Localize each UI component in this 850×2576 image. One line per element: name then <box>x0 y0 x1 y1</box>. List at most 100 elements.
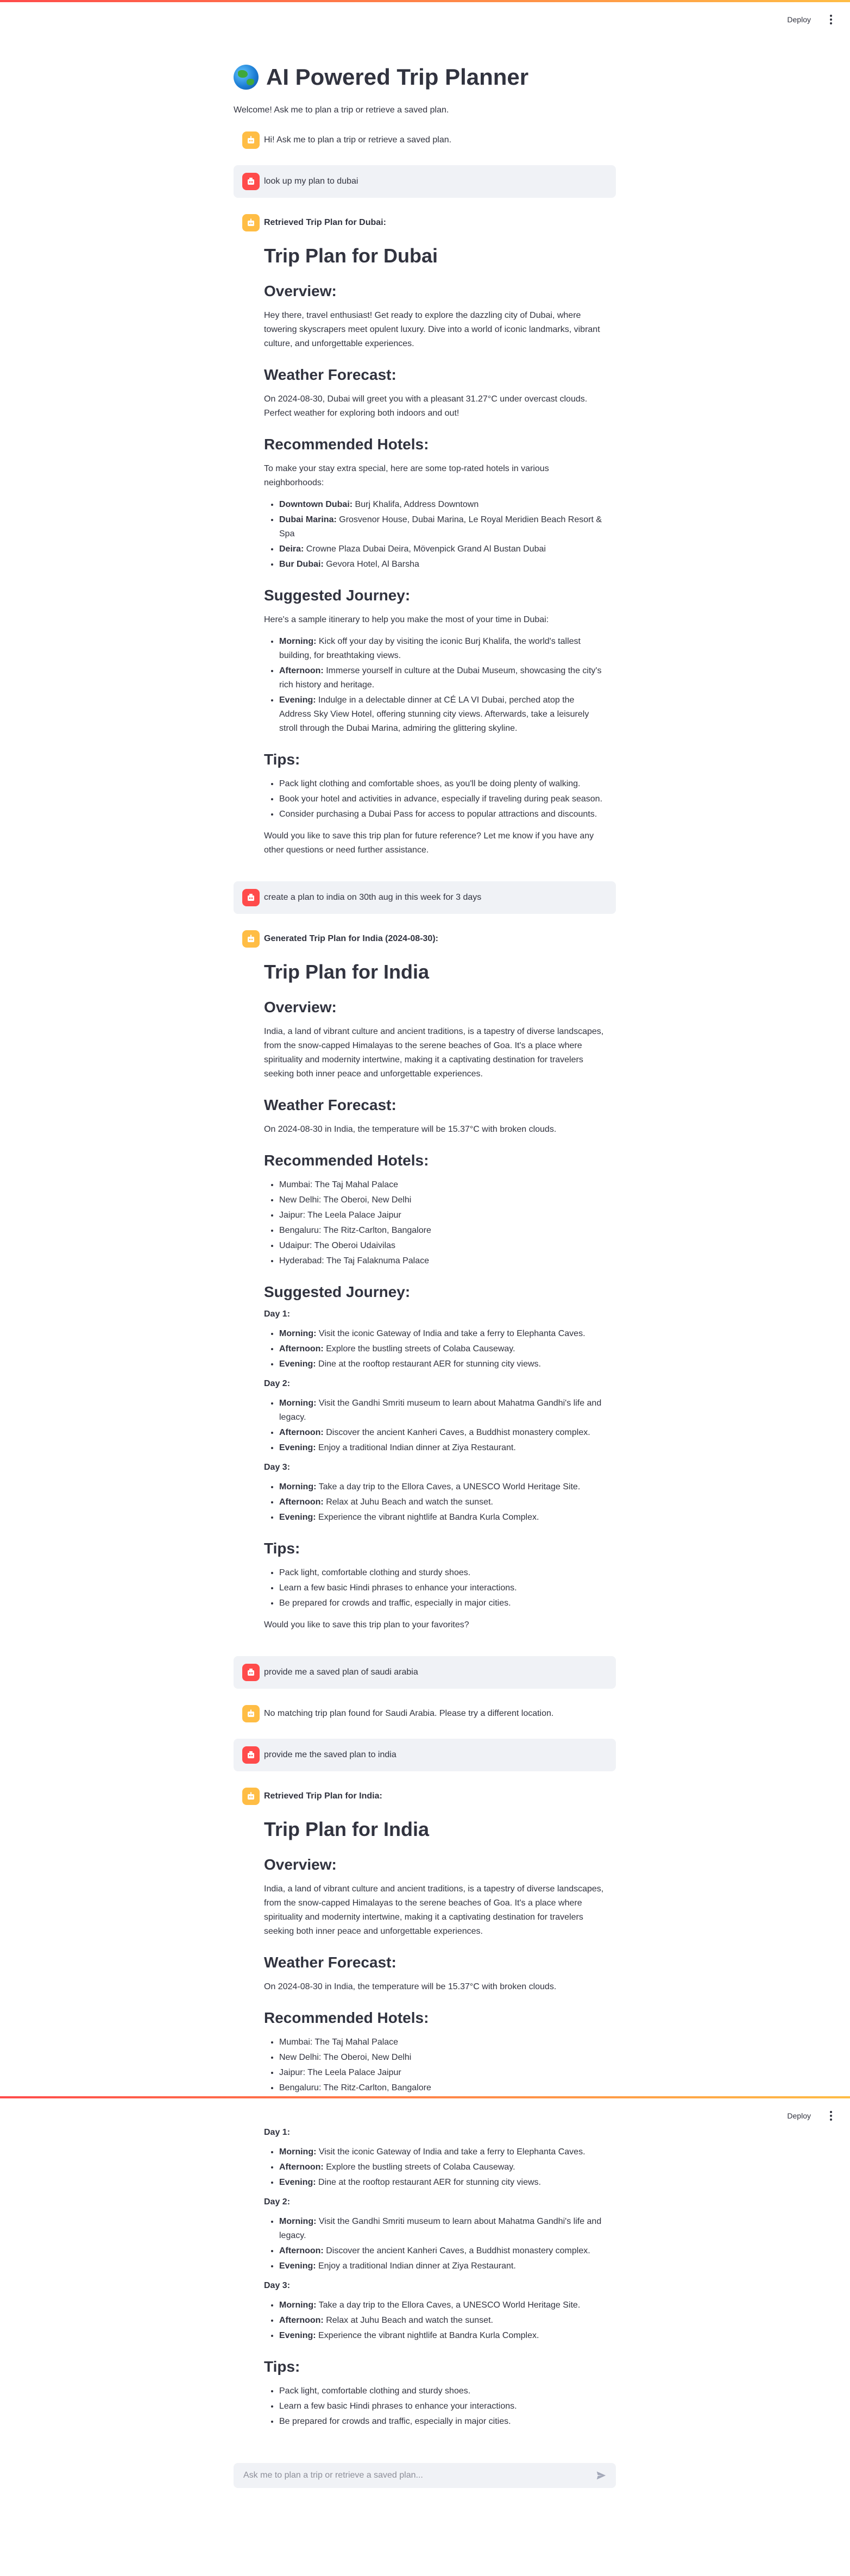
weather-heading: Weather Forecast: <box>264 1954 396 1971</box>
list-item: New Delhi: The Oberoi, New Delhi <box>279 1193 607 1207</box>
day-label: Day 1: <box>264 1309 291 1319</box>
trip-plan-india: Trip Plan for India Overview: India, a l… <box>264 948 607 1632</box>
hotels-heading: Recommended Hotels: <box>264 1152 429 1169</box>
list-item: Morning: Visit the Gandhi Smriti museum … <box>279 1396 607 1425</box>
hotels-heading: Recommended Hotels: <box>264 2009 429 2026</box>
list-item: Mumbai: The Taj Mahal Palace <box>279 2035 607 2049</box>
list-item: Bengaluru: The Ritz-Carlton, Bangalore <box>279 1224 607 1238</box>
chat-input[interactable] <box>242 2470 595 2481</box>
weather-text: On 2024-08-30, Dubai will greet you with… <box>264 394 588 418</box>
robot-icon <box>242 214 260 231</box>
app-header-toolbar: Deploy <box>785 2108 835 2123</box>
user-message: create a plan to india on 30th aug in th… <box>234 881 616 914</box>
list-item: Mumbai: The Taj Mahal Palace <box>279 1178 607 1192</box>
message-heading: Retrieved Trip Plan for India: <box>264 1791 382 1801</box>
list-item: Learn a few basic Hindi phrases to enhan… <box>279 2399 616 2414</box>
kebab-menu-icon[interactable] <box>827 2111 835 2121</box>
screenshot-top: Deploy AI Powered Trip Planner Welcome! … <box>0 0 850 2096</box>
weather-text: On 2024-08-30 in India, the temperature … <box>264 1982 557 1991</box>
list-item: Morning: Visit the Gandhi Smriti museum … <box>279 2215 616 2243</box>
list-item: Pack light, comfortable clothing and stu… <box>279 1566 607 1580</box>
main-content: Day 1: Morning: Visit the iconic Gateway… <box>234 2123 616 2436</box>
chat-input-bar <box>234 2463 616 2488</box>
trip-plan-india-retrieved-continued: Day 1: Morning: Visit the iconic Gateway… <box>234 2128 616 2429</box>
tips-list: Pack light, comfortable clothing and stu… <box>264 1566 607 1610</box>
day-2-list: Morning: Visit the Gandhi Smriti museum … <box>264 2215 616 2273</box>
header-decoration-bar <box>0 0 850 2</box>
list-item: Afternoon: Relax at Juhu Beach and watch… <box>279 1495 607 1509</box>
list-item: Jaipur: The Leela Palace Jaipur <box>279 2066 607 2080</box>
plan-title: Trip Plan for India <box>264 1818 430 1840</box>
journey-heading: Suggested Journey: <box>264 1283 411 1300</box>
closing-text: Would you like to save this trip plan fo… <box>264 831 594 855</box>
day-label: Day 2: <box>264 1379 291 1388</box>
closing-text: Would you like to save this trip plan to… <box>264 1620 469 1629</box>
list-item: Dubai Marina: Grosvenor House, Dubai Mar… <box>279 513 607 541</box>
overview-text: India, a land of vibrant culture and anc… <box>264 1027 604 1079</box>
deploy-button[interactable]: Deploy <box>785 2108 813 2123</box>
list-item: New Delhi: The Oberoi, New Delhi <box>279 2051 607 2065</box>
list-item: Downtown Dubai: Burj Khalifa, Address Do… <box>279 498 607 512</box>
list-item: Evening: Enjoy a traditional Indian dinn… <box>279 2259 616 2273</box>
list-item: Afternoon: Relax at Juhu Beach and watch… <box>279 2314 616 2328</box>
list-item: Afternoon: Discover the ancient Kanheri … <box>279 2244 616 2258</box>
message-text: look up my plan to dubai <box>264 177 358 186</box>
day-1-list: Morning: Visit the iconic Gateway of Ind… <box>264 2145 616 2190</box>
weather-heading: Weather Forecast: <box>264 1096 396 1113</box>
overview-heading: Overview: <box>264 999 337 1016</box>
message-text: create a plan to india on 30th aug in th… <box>264 893 482 902</box>
day-label: Day 1: <box>264 2128 291 2137</box>
main-content: AI Powered Trip Planner Welcome! Ask me … <box>234 61 616 2096</box>
tips-heading: Tips: <box>264 2358 300 2375</box>
screenshot-bottom: Deploy Day 1: Morning: Visit the iconic … <box>0 2096 850 2576</box>
user-message: provide me a saved plan of saudi arabia <box>234 1656 616 1689</box>
day-1-list: Morning: Visit the iconic Gateway of Ind… <box>264 1327 607 1371</box>
list-item: Afternoon: Explore the bustling streets … <box>279 1342 607 1356</box>
journey-heading: Suggested Journey: <box>264 587 411 604</box>
page-title: AI Powered Trip Planner <box>234 61 616 93</box>
list-item: Afternoon: Immerse yourself in culture a… <box>279 664 607 692</box>
tips-heading: Tips: <box>264 751 300 768</box>
user-message: provide me the saved plan to india <box>234 1739 616 1771</box>
globe-icon <box>234 65 259 90</box>
message-heading: Generated Trip Plan for India (2024-08-3… <box>264 934 438 943</box>
user-message: look up my plan to dubai <box>234 165 616 198</box>
list-item: Book your hotel and activities in advanc… <box>279 792 607 806</box>
trip-plan-dubai: Trip Plan for Dubai Overview: Hey there,… <box>264 231 607 857</box>
day-3-list: Morning: Take a day trip to the Ellora C… <box>264 2298 616 2343</box>
hotels-intro: To make your stay extra special, here ar… <box>264 464 549 487</box>
app-header-toolbar: Deploy <box>785 12 835 27</box>
list-item: Be prepared for crowds and traffic, espe… <box>279 1596 607 1610</box>
assistant-message: No matching trip plan found for Saudi Ar… <box>234 1697 616 1730</box>
list-item: Be prepared for crowds and traffic, espe… <box>279 2415 616 2429</box>
list-item: Pack light clothing and comfortable shoe… <box>279 777 607 791</box>
day-label: Day 3: <box>264 2281 291 2290</box>
journey-intro: Here's a sample itinerary to help you ma… <box>264 615 549 624</box>
hotels-list: Mumbai: The Taj Mahal Palace New Delhi: … <box>264 1178 607 1268</box>
message-text: No matching trip plan found for Saudi Ar… <box>264 1709 554 1718</box>
tips-list: Pack light clothing and comfortable shoe… <box>264 777 607 822</box>
list-item: Evening: Dine at the rooftop restaurant … <box>279 2176 616 2190</box>
list-item: Evening: Dine at the rooftop restaurant … <box>279 1357 607 1371</box>
deploy-button[interactable]: Deploy <box>785 12 813 27</box>
day-2-list: Morning: Visit the Gandhi Smriti museum … <box>264 1396 607 1455</box>
person-icon <box>242 1746 260 1764</box>
robot-icon <box>242 930 260 948</box>
kebab-menu-icon[interactable] <box>827 15 835 24</box>
list-item: Evening: Experience the vibrant nightlif… <box>279 2329 616 2343</box>
hotels-list: Mumbai: The Taj Mahal Palace New Delhi: … <box>264 2035 607 2096</box>
plan-title: Trip Plan for India <box>264 961 430 983</box>
send-icon[interactable] <box>595 2470 607 2481</box>
list-item: Morning: Kick off your day by visiting t… <box>279 635 607 663</box>
day-label: Day 2: <box>264 2197 291 2207</box>
page-title-text: AI Powered Trip Planner <box>266 64 529 90</box>
trip-plan-india-retrieved: Trip Plan for India Overview: India, a l… <box>264 1805 607 2096</box>
tips-list: Pack light, comfortable clothing and stu… <box>264 2384 616 2429</box>
person-icon <box>242 1664 260 1681</box>
overview-text: Hey there, travel enthusiast! Get ready … <box>264 311 600 348</box>
list-item: Morning: Take a day trip to the Ellora C… <box>279 1480 607 1494</box>
message-text: Hi! Ask me to plan a trip or retrieve a … <box>264 135 452 145</box>
message-text: provide me the saved plan to india <box>264 1750 396 1759</box>
overview-heading: Overview: <box>264 283 337 299</box>
message-heading: Retrieved Trip Plan for Dubai: <box>264 218 386 227</box>
